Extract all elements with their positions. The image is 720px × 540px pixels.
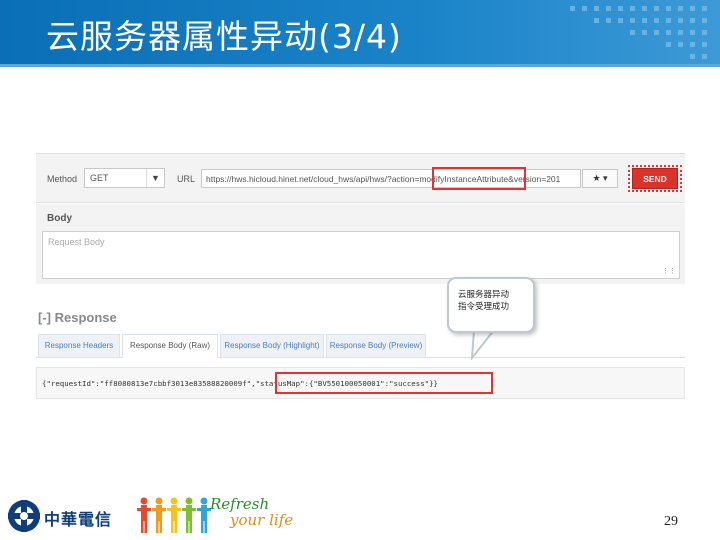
favorite-button[interactable]: ★ ▾ xyxy=(582,169,618,188)
method-label: Method xyxy=(47,174,78,184)
slide-title: 云服务器属性异动(3/4) xyxy=(46,17,402,56)
url-highlight-box xyxy=(432,167,526,190)
request-body-input[interactable]: Request Body ⋮⋮ xyxy=(42,231,680,279)
request-row: Method GET ▼ URL https://hws.hicloud.hin… xyxy=(36,154,685,203)
title-underline xyxy=(0,64,720,67)
callout-bubble: 云服务器异动 指令受理成功 xyxy=(447,277,535,333)
decorative-dot-pattern xyxy=(570,6,707,59)
people-figures-icon xyxy=(137,497,211,533)
method-value: GET xyxy=(90,173,109,183)
tab-response-body-highlight[interactable]: Response Body (Highlight) xyxy=(220,334,324,358)
callout-line-2: 指令受理成功 xyxy=(458,302,510,312)
cht-emblem-icon xyxy=(8,500,40,532)
resize-handle-icon[interactable]: ⋮⋮ xyxy=(662,267,676,275)
company-name: 中華電信 xyxy=(44,510,113,529)
response-tabs: Response Headers Response Body (Raw) Res… xyxy=(36,334,685,358)
callout-tail xyxy=(470,330,496,360)
star-icon: ★ ▾ xyxy=(592,173,608,183)
url-label: URL xyxy=(177,174,196,184)
request-body-placeholder: Request Body xyxy=(48,237,105,247)
slide-title-bar: 云服务器属性异动(3/4) xyxy=(0,0,720,64)
method-select[interactable]: GET ▼ xyxy=(84,168,165,188)
slogan: Refresh your life xyxy=(210,496,293,528)
response-title[interactable]: [-] Response xyxy=(38,310,117,325)
chevron-down-icon: ▼ xyxy=(146,169,164,187)
callout-line-1: 云服务器异动 xyxy=(458,290,510,300)
tab-response-body-preview[interactable]: Response Body (Preview) xyxy=(326,334,426,358)
tab-response-body-raw[interactable]: Response Body (Raw) xyxy=(122,334,218,358)
page-number: 29 xyxy=(664,514,678,529)
tab-response-headers[interactable]: Response Headers xyxy=(38,334,120,358)
status-highlight-box xyxy=(275,372,493,394)
rest-client-panel: Method GET ▼ URL https://hws.hicloud.hin… xyxy=(36,153,685,413)
body-section: Body Request Body ⋮⋮ xyxy=(36,204,685,284)
slogan-line-2: your life xyxy=(230,511,294,529)
send-highlight-box xyxy=(628,165,682,192)
body-title: Body xyxy=(47,213,72,224)
